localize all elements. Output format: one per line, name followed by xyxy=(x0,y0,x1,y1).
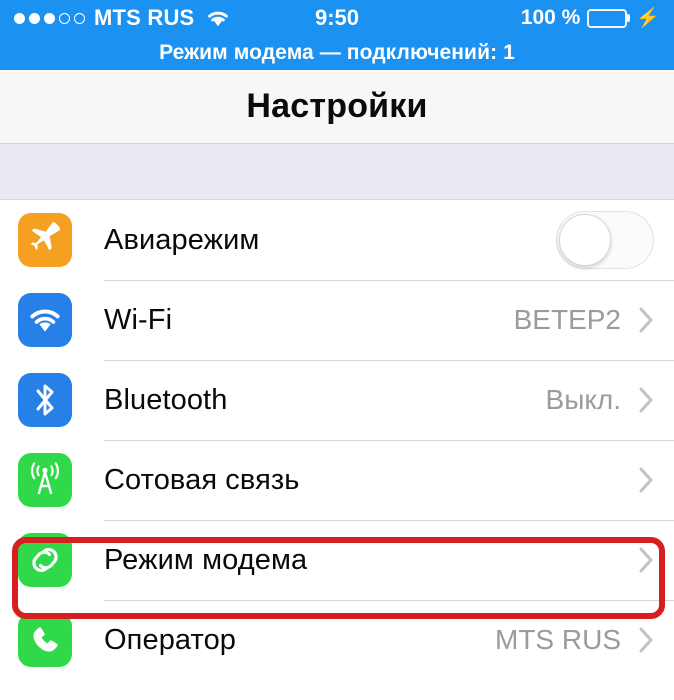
iphone-settings-screen: MTS RUS 9:50 100 % ⚡ Режим модема — подк… xyxy=(0,0,674,700)
settings-row-label: Оператор xyxy=(104,623,237,656)
status-bar-left: MTS RUS xyxy=(14,5,231,31)
nav-bar: Настройки xyxy=(0,70,674,144)
settings-row-control: ВЕТЕР2 xyxy=(514,304,654,336)
settings-row-control xyxy=(556,211,654,269)
settings-row-control xyxy=(621,547,654,573)
settings-row-label: Bluetooth xyxy=(104,383,228,416)
settings-row-cellular[interactable]: Сотовая связь xyxy=(0,440,674,520)
settings-row-control xyxy=(621,467,654,493)
signal-dot-filled xyxy=(29,12,40,24)
cell-tower-icon xyxy=(18,453,72,507)
chevron-right-icon xyxy=(639,547,653,573)
chevron-right-icon xyxy=(639,387,653,413)
status-bar-right: 100 % ⚡ xyxy=(521,6,660,30)
chevron-right-icon xyxy=(639,467,653,493)
hotspot-banner-label: Режим модема — подключений: 1 xyxy=(159,41,515,64)
wifi-network-value: ВЕТЕР2 xyxy=(513,304,621,335)
signal-strength-dots xyxy=(14,12,85,24)
signal-dot-filled xyxy=(14,12,25,24)
hotspot-links-icon xyxy=(18,533,72,587)
settings-row-carrier[interactable]: Оператор MTS RUS xyxy=(0,600,674,680)
signal-dot-empty xyxy=(59,12,70,24)
settings-row-label: Сотовая связь xyxy=(104,463,300,496)
airplane-icon xyxy=(18,213,72,267)
settings-row-label: Авиарежим xyxy=(104,223,260,256)
page-title: Настройки xyxy=(246,87,428,125)
settings-list: Авиарежим Wi-Fi ВЕТЕР2 Bluetooth Выкл. С… xyxy=(0,200,674,680)
settings-row-wifi[interactable]: Wi-Fi ВЕТЕР2 xyxy=(0,280,674,360)
battery-icon xyxy=(587,8,631,28)
toggle-knob xyxy=(559,214,611,266)
settings-row-airplane-mode[interactable]: Авиарежим xyxy=(0,200,674,280)
signal-dot-empty xyxy=(74,12,85,24)
wifi-icon xyxy=(205,8,231,28)
settings-row-personal-hotspot[interactable]: Режим модема xyxy=(0,520,674,600)
battery-percent-label: 100 % xyxy=(520,6,581,29)
wifi-icon xyxy=(18,293,72,347)
status-bar: MTS RUS 9:50 100 % ⚡ xyxy=(0,0,674,36)
settings-row-bluetooth[interactable]: Bluetooth Выкл. xyxy=(0,360,674,440)
settings-row-control: MTS RUS xyxy=(495,624,654,656)
chevron-right-icon xyxy=(639,627,653,653)
settings-row-label: Wi-Fi xyxy=(104,303,173,336)
settings-row-label: Режим модема xyxy=(104,543,308,576)
carrier-value: MTS RUS xyxy=(495,624,621,655)
list-group-spacer xyxy=(0,144,674,200)
signal-dot-filled xyxy=(44,12,55,24)
chevron-right-icon xyxy=(639,307,653,333)
bluetooth-icon xyxy=(18,373,72,427)
settings-row-control: Выкл. xyxy=(546,384,654,416)
airplane-mode-toggle[interactable] xyxy=(556,211,654,269)
status-carrier-label: MTS RUS xyxy=(94,5,195,30)
lightning-bolt-icon: ⚡ xyxy=(636,7,660,29)
bluetooth-state-value: Выкл. xyxy=(545,384,621,415)
personal-hotspot-banner[interactable]: Режим модема — подключений: 1 xyxy=(0,36,674,70)
phone-handset-icon xyxy=(18,613,72,667)
